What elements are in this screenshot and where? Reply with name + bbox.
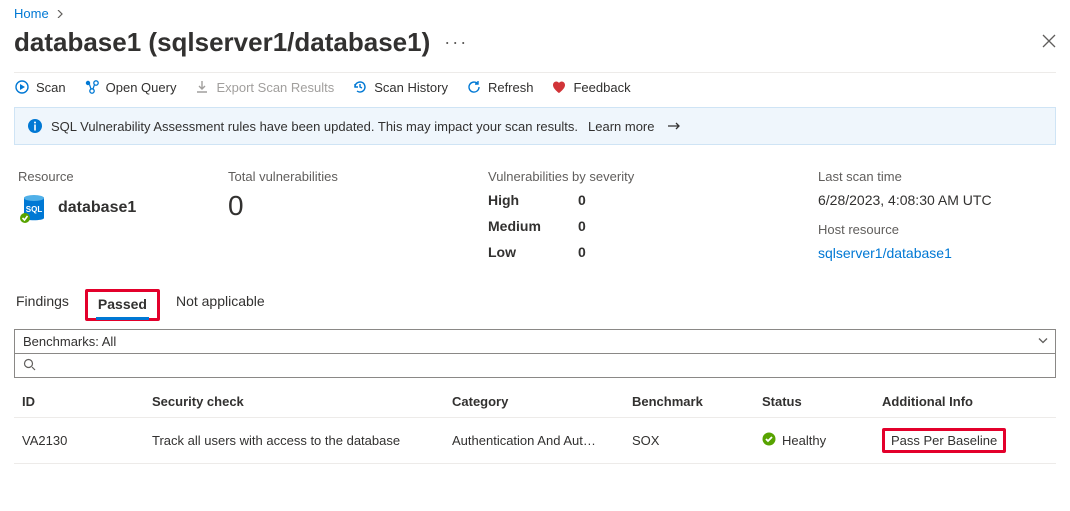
info-icon <box>27 118 43 134</box>
severity-label: Vulnerabilities by severity <box>488 169 798 184</box>
cell-check: Track all users with access to the datab… <box>144 418 444 464</box>
status-text: Healthy <box>782 433 826 448</box>
col-id[interactable]: ID <box>14 386 144 418</box>
history-label: Scan History <box>374 80 448 95</box>
breadcrumb: Home <box>14 0 1056 25</box>
sql-database-icon: SQL <box>18 192 50 224</box>
search-input[interactable] <box>14 354 1056 378</box>
refresh-icon <box>466 79 482 95</box>
info-text: Pass Per Baseline <box>891 433 997 448</box>
last-scan-value: 6/28/2023, 4:08:30 AM UTC <box>818 192 1068 208</box>
refresh-button[interactable]: Refresh <box>466 79 534 95</box>
export-button: Export Scan Results <box>194 79 334 95</box>
close-icon[interactable] <box>1042 34 1056 51</box>
breadcrumb-home[interactable]: Home <box>14 6 49 21</box>
col-info[interactable]: Additional Info <box>874 386 1056 418</box>
col-benchmark[interactable]: Benchmark <box>624 386 754 418</box>
query-icon <box>84 79 100 95</box>
cell-status: Healthy <box>754 418 874 464</box>
open-query-button[interactable]: Open Query <box>84 79 177 95</box>
benchmark-select[interactable]: Benchmarks: All <box>14 329 1056 354</box>
more-icon[interactable]: ··· <box>436 32 476 53</box>
feedback-button[interactable]: Feedback <box>551 79 630 95</box>
tab-findings[interactable]: Findings <box>14 287 71 315</box>
table-row[interactable]: VA2130 Track all users with access to th… <box>14 418 1056 464</box>
arrow-right-icon <box>667 119 681 134</box>
sev-high-label: High <box>488 192 578 208</box>
refresh-label: Refresh <box>488 80 534 95</box>
info-banner: SQL Vulnerability Assessment rules have … <box>14 107 1056 145</box>
open-query-label: Open Query <box>106 80 177 95</box>
toolbar: Scan Open Query Export Scan Results Scan… <box>14 72 1056 107</box>
resource-label: Resource <box>18 169 208 184</box>
host-label: Host resource <box>818 222 1068 237</box>
col-status[interactable]: Status <box>754 386 874 418</box>
healthy-icon <box>762 432 776 449</box>
search-icon <box>23 358 36 374</box>
svg-text:SQL: SQL <box>26 205 43 214</box>
cell-category: Authentication And Aut… <box>444 418 624 464</box>
sev-high-value: 0 <box>578 192 638 208</box>
col-check[interactable]: Security check <box>144 386 444 418</box>
total-vuln-value: 0 <box>228 192 468 220</box>
banner-text: SQL Vulnerability Assessment rules have … <box>51 119 578 134</box>
total-vuln-label: Total vulnerabilities <box>228 169 468 184</box>
history-button[interactable]: Scan History <box>352 79 448 95</box>
cell-id: VA2130 <box>14 418 144 464</box>
tab-passed[interactable]: Passed <box>96 290 149 318</box>
download-icon <box>194 79 210 95</box>
resource-name: database1 <box>58 199 136 217</box>
sev-medium-label: Medium <box>488 218 578 234</box>
benchmark-value: Benchmarks: All <box>23 334 116 349</box>
host-link[interactable]: sqlserver1/database1 <box>818 245 952 261</box>
scan-button[interactable]: Scan <box>14 79 66 95</box>
col-category[interactable]: Category <box>444 386 624 418</box>
sev-low-value: 0 <box>578 244 638 260</box>
export-label: Export Scan Results <box>216 80 334 95</box>
overview: Resource SQL database1 Total vulnerabili… <box>14 145 1056 281</box>
feedback-label: Feedback <box>573 80 630 95</box>
sev-low-label: Low <box>488 244 578 260</box>
results-table: ID Security check Category Benchmark Sta… <box>14 386 1056 464</box>
scan-icon <box>14 79 30 95</box>
scan-label: Scan <box>36 80 66 95</box>
sev-medium-value: 0 <box>578 218 638 234</box>
tab-not-applicable[interactable]: Not applicable <box>174 287 267 315</box>
cell-benchmark: SOX <box>624 418 754 464</box>
search-field[interactable] <box>42 357 1047 374</box>
chevron-right-icon <box>52 6 68 21</box>
tabs: Findings Passed Not applicable <box>14 281 1056 315</box>
cell-info: Pass Per Baseline <box>874 418 1056 464</box>
history-icon <box>352 79 368 95</box>
last-scan-label: Last scan time <box>818 169 1068 184</box>
chevron-down-icon <box>1037 334 1049 349</box>
page-title: database1 (sqlserver1/database1) <box>14 27 430 58</box>
heart-icon <box>551 79 567 95</box>
learn-more-link[interactable]: Learn more <box>588 119 654 134</box>
